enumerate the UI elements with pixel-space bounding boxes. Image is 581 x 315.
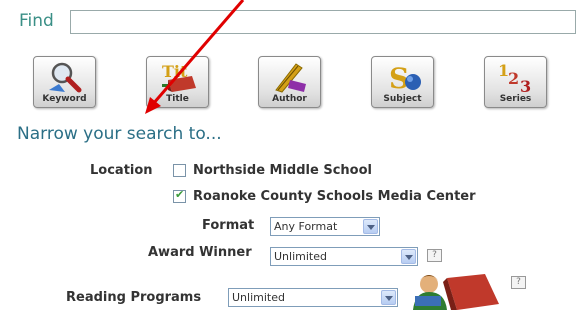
quill-icon (274, 63, 306, 93)
series-button[interactable]: 1 2 3 Series (484, 56, 547, 108)
reading-child-book-icon (413, 274, 499, 310)
find-label: Find (19, 11, 54, 31)
title-button-label: Title (166, 94, 189, 104)
roanoke-label: Roanoke County Schools Media Center (193, 189, 476, 204)
award-select[interactable]: Unlimited (270, 247, 418, 266)
format-select-value: Any Format (274, 220, 338, 233)
reading-help-icon[interactable]: ? (511, 276, 526, 289)
magnifier-icon (48, 62, 81, 93)
format-select[interactable]: Any Format (270, 217, 380, 236)
format-label: Format (202, 218, 255, 233)
book-icon: Tit (161, 62, 196, 92)
title-button[interactable]: Tit Title (146, 56, 209, 108)
chevron-down-icon (401, 249, 416, 264)
northside-label: Northside Middle School (193, 163, 372, 178)
award-help-icon[interactable]: ? (427, 249, 442, 262)
chevron-down-icon (363, 219, 378, 234)
series-button-label: Series (499, 94, 532, 104)
annotation-arrow (145, 0, 245, 114)
keyword-button-label: Keyword (42, 94, 87, 104)
northside-checkbox[interactable] (173, 164, 186, 177)
roanoke-checkbox[interactable] (173, 188, 186, 203)
svg-text:3: 3 (520, 77, 531, 94)
location-label: Location (90, 163, 153, 178)
reading-select[interactable]: Unlimited (228, 288, 398, 307)
subject-button-label: Subject (383, 94, 422, 104)
chevron-down-icon (381, 290, 396, 305)
award-select-value: Unlimited (274, 250, 327, 263)
author-button[interactable]: Author (258, 56, 321, 108)
find-input[interactable] (70, 10, 576, 34)
narrow-heading: Narrow your search to... (17, 124, 222, 144)
author-button-label: Author (272, 94, 307, 104)
series-123-icon: 1 2 3 (498, 61, 531, 94)
keyword-button[interactable]: Keyword (33, 56, 96, 108)
svg-text:2: 2 (508, 69, 519, 88)
subject-icon: S (389, 62, 421, 94)
subject-button[interactable]: S Subject (371, 56, 434, 108)
reading-select-value: Unlimited (232, 291, 285, 304)
reading-label: Reading Programs (66, 290, 202, 305)
award-label: Award Winner (148, 245, 252, 260)
